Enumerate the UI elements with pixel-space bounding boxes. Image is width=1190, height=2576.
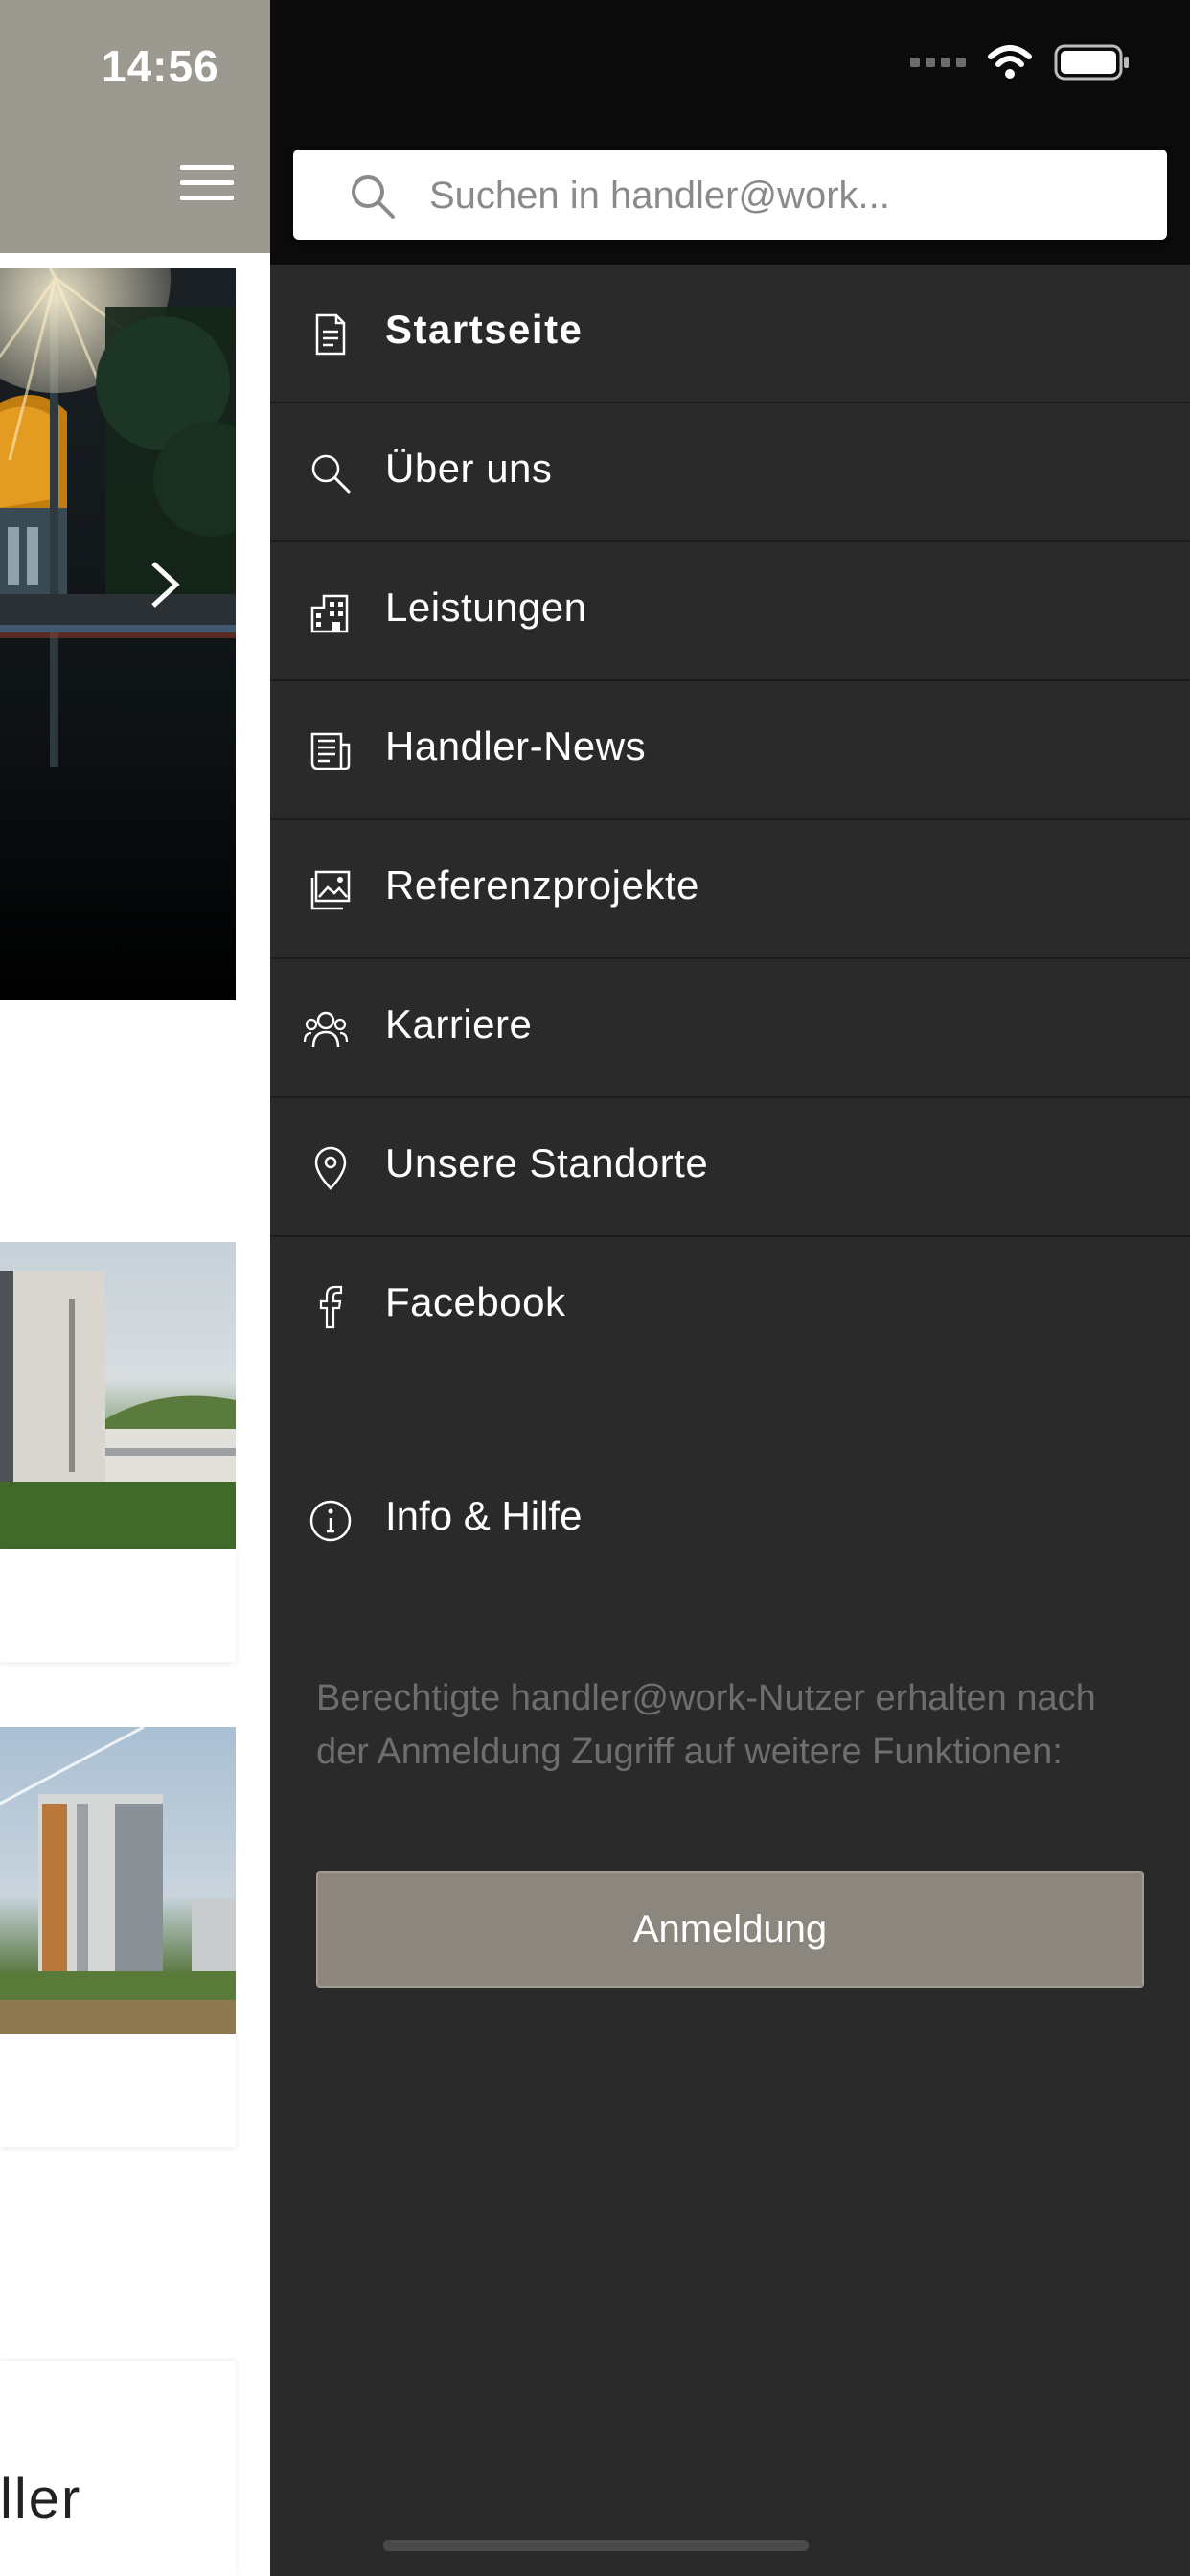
card-image[interactable] — [0, 1242, 236, 1549]
people-icon — [303, 1011, 349, 1048]
menu-item-label: Startseite — [385, 307, 584, 352]
status-icons — [910, 44, 1131, 80]
menu-item-startseite[interactable]: Startseite — [270, 264, 1190, 403]
status-time: 14:56 — [102, 41, 219, 91]
search-input[interactable] — [427, 150, 1140, 242]
card-body — [0, 1549, 236, 1662]
facebook-icon — [319, 1285, 343, 1329]
app-header: 14:56 — [0, 0, 270, 253]
menu-item-handler-news[interactable]: Handler-News — [270, 681, 1190, 820]
menu-item-label: Handler-News — [385, 724, 647, 769]
login-note: Berechtigte handler@work-Nutzer erhalten… — [316, 1678, 1096, 1772]
menu-item-facebook[interactable]: Facebook — [270, 1237, 1190, 1374]
newspaper-icon — [310, 732, 351, 770]
menu-item-referenzprojekte[interactable]: Referenzprojekte — [270, 820, 1190, 959]
menu-item-ueber-uns[interactable]: Über uns — [270, 403, 1190, 542]
menu-item-label: Unsere Standorte — [385, 1140, 709, 1185]
menu-item-karriere[interactable]: Karriere — [270, 959, 1190, 1098]
cellular-signal-icon — [910, 58, 966, 67]
home-indicator[interactable] — [383, 2540, 809, 2551]
menu-item-label: Karriere — [385, 1001, 533, 1046]
menu-item-label: Leistungen — [385, 585, 587, 630]
menu-item-label: Facebook — [385, 1279, 566, 1324]
drawer-header — [270, 0, 1190, 264]
card-image[interactable] — [0, 1727, 236, 2034]
menu-item-unsere-standorte[interactable]: Unsere Standorte — [270, 1098, 1190, 1237]
search-icon — [352, 175, 395, 218]
hero-image[interactable] — [0, 268, 236, 1000]
info-icon — [309, 1500, 352, 1542]
location-pin-icon — [314, 1146, 347, 1190]
background-page: 14:56 ller — [0, 0, 270, 2576]
navigation-menu: Startseite Über uns Leistungen Handler-N… — [270, 264, 1190, 1374]
building-icon — [310, 594, 349, 633]
hamburger-menu-icon[interactable] — [180, 161, 234, 205]
menu-item-label: Über uns — [385, 446, 553, 491]
battery-icon — [1054, 44, 1129, 80]
card-title: ller — [0, 2468, 82, 2530]
menu-item-info-hilfe[interactable]: Info & Hilfe — [270, 1457, 1190, 1581]
document-icon — [315, 313, 346, 356]
search-icon — [311, 454, 351, 494]
side-drawer: Startseite Über uns Leistungen — [270, 0, 1190, 2576]
login-button[interactable]: Anmeldung — [316, 1871, 1144, 1988]
image-gallery-icon — [310, 870, 351, 910]
wifi-icon — [988, 45, 1032, 79]
menu-item-label: Referenzprojekte — [385, 862, 699, 908]
search-bar[interactable] — [293, 150, 1167, 242]
menu-item-leistungen[interactable]: Leistungen — [270, 542, 1190, 681]
menu-item-label: Info & Hilfe — [385, 1493, 583, 1538]
card-body — [0, 2034, 236, 2147]
